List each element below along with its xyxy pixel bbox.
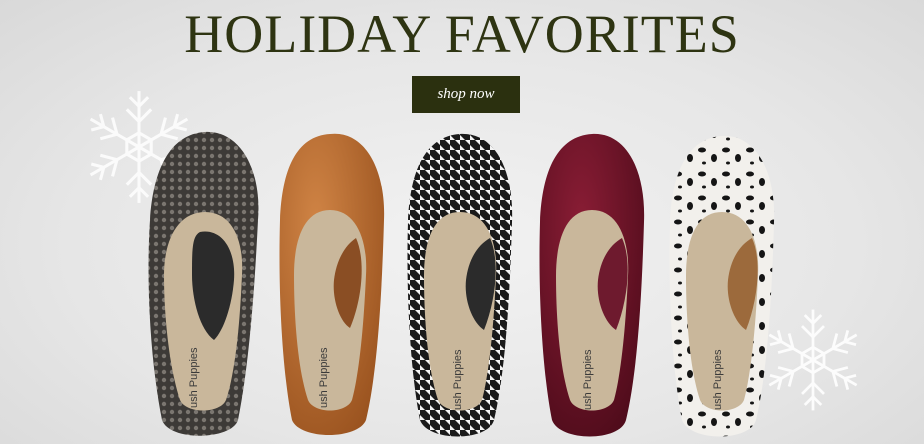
- product-shoe-tan-leather[interactable]: [279, 133, 385, 435]
- product-shoe-black-lace[interactable]: [148, 131, 259, 436]
- shoe-brand-mark: ush Puppies: [452, 349, 464, 410]
- shoe-brand-mark: ush Puppies: [318, 347, 330, 408]
- shoe-brand-mark: ush Puppies: [712, 349, 724, 410]
- shoe-brand-mark: ush Puppies: [188, 347, 200, 408]
- shoe-brand-mark: ush Puppies: [582, 349, 594, 410]
